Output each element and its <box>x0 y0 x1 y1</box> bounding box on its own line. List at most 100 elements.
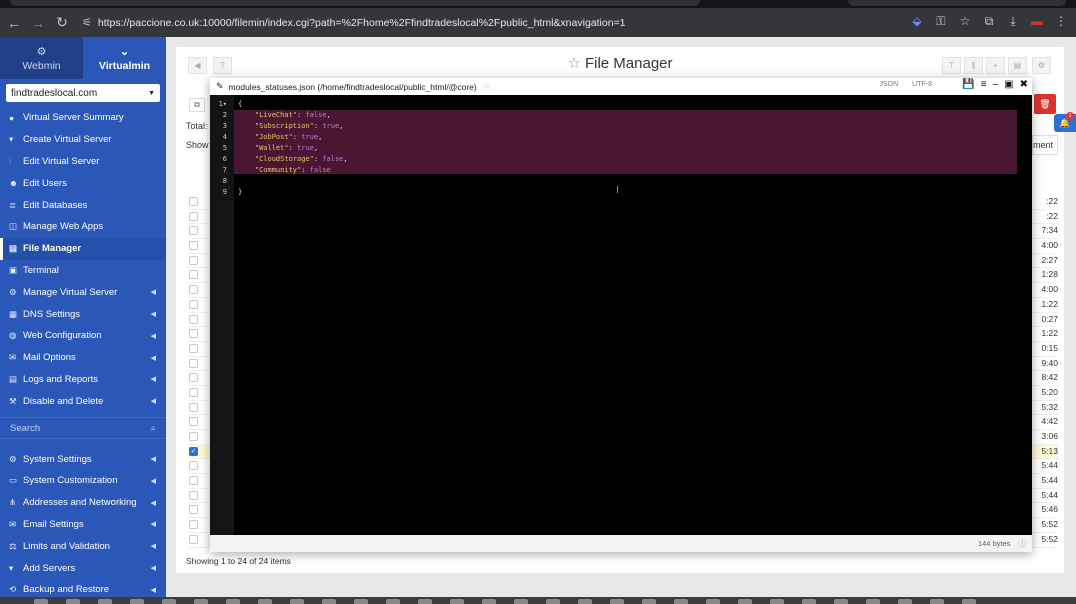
dock-app-icon[interactable] <box>130 599 144 604</box>
row-checkbox[interactable] <box>189 329 198 339</box>
code-line[interactable]: "Subscription": true, <box>238 121 348 132</box>
row-checkbox[interactable] <box>189 461 198 471</box>
save-icon[interactable]: 💾 <box>962 79 974 90</box>
dock-app-icon[interactable] <box>578 599 592 604</box>
dock-app-icon[interactable] <box>770 599 784 604</box>
sidebar-item-edit-users[interactable]: ☻ Edit Users <box>0 172 166 194</box>
menu-icon[interactable]: ≡ <box>981 79 987 90</box>
code-lines[interactable]: { "LiveChat": false, "Subscription": tru… <box>238 99 348 198</box>
notifications-button[interactable]: 🔔 1 <box>1054 112 1076 132</box>
row-checkbox[interactable] <box>189 241 198 251</box>
sidebar-item-email-settings[interactable]: ✉ Email Settings ◀ <box>0 514 166 536</box>
code-line[interactable]: "LiveChat": false, <box>238 110 348 121</box>
row-checkbox[interactable] <box>189 432 198 441</box>
sidebar-item-web-configuration[interactable]: ◍ Web Configuration ◀ <box>0 325 166 347</box>
dock-app-icon[interactable] <box>450 599 464 604</box>
sidebar-item-system-customization[interactable]: ▭ System Customization ◀ <box>0 470 166 492</box>
settings-gear-icon[interactable]: ⚙ <box>1032 57 1051 74</box>
dock-app-icon[interactable] <box>290 599 304 604</box>
dock-app-icon[interactable] <box>674 599 688 604</box>
sidebar-item-limits-and-validation[interactable]: ⚖ Limits and Validation ◀ <box>0 535 166 557</box>
row-checkbox[interactable] <box>189 520 198 530</box>
dock-app-icon[interactable] <box>162 599 176 604</box>
row-checkbox[interactable] <box>189 358 198 368</box>
sidebar-item-logs-and-reports[interactable]: ▤ Logs and Reports ◀ <box>0 369 166 391</box>
info-icon[interactable]: ⓘ <box>1019 538 1027 549</box>
delete-button[interactable]: 🗑 <box>1034 94 1056 114</box>
row-checkbox[interactable] <box>189 417 198 427</box>
dock-app-icon[interactable] <box>930 599 944 604</box>
domain-select[interactable]: findtradeslocal.com ▼ <box>6 84 160 102</box>
dock-app-icon[interactable] <box>386 599 400 604</box>
sidebar-item-mail-options[interactable]: ✉ Mail Options ◀ <box>0 347 166 369</box>
row-checkbox[interactable] <box>189 387 198 397</box>
row-checkbox[interactable] <box>189 373 198 383</box>
row-checkbox[interactable] <box>189 270 198 280</box>
dock-app-icon[interactable] <box>34 599 48 604</box>
editor-encoding[interactable]: UTF-8 <box>912 81 932 88</box>
site-info-icon[interactable]: ⚟ <box>82 16 92 29</box>
filter-icon[interactable]: ⊤ <box>942 57 961 74</box>
dock-app-icon[interactable] <box>194 599 208 604</box>
sidebar-item-add-servers[interactable]: ▾ Add Servers ◀ <box>0 557 166 579</box>
bookmark-star-icon[interactable]: ☆ <box>956 11 974 31</box>
forward-arrow-icon[interactable]: → <box>28 13 48 33</box>
code-line[interactable]: "Community": false <box>238 165 348 176</box>
sidebar-search-input[interactable]: Search <box>10 423 40 434</box>
sidebar-search[interactable]: Search ⌕ <box>0 417 166 440</box>
row-checkbox[interactable] <box>189 490 198 500</box>
dock-app-icon[interactable] <box>610 599 624 604</box>
profile-avatar-icon[interactable]: ▬ <box>1028 11 1046 31</box>
row-checkbox[interactable] <box>189 226 198 236</box>
sidebar-item-terminal[interactable]: ▣ Terminal <box>0 260 166 282</box>
password-key-icon[interactable]: ⚿ <box>932 11 950 31</box>
tab-webmin[interactable]: ⚙ Webmin <box>0 37 83 79</box>
dock-app-icon[interactable] <box>354 599 368 604</box>
editor-mode[interactable]: JSON <box>879 81 898 88</box>
extensions-puzzle-icon[interactable]: ⧉ <box>980 11 998 31</box>
sidebar-item-file-manager[interactable]: ▤ File Manager <box>0 237 166 260</box>
sidebar-item-manage-virtual-server[interactable]: ⚙ Manage Virtual Server ◀ <box>0 281 166 303</box>
sidebar-item-create-virtual-server[interactable]: ▾ Create Virtual Server <box>0 129 166 151</box>
row-checkbox[interactable] <box>189 402 198 412</box>
code-line[interactable]: "CloudStorage": false, <box>238 154 348 165</box>
dock-app-icon[interactable] <box>738 599 752 604</box>
sidebar-item-disable-and-delete[interactable]: ⚒ Disable and Delete ◀ <box>0 390 166 412</box>
new-icon[interactable]: + <box>986 57 1005 74</box>
close-icon[interactable]: ✖ <box>1020 79 1028 90</box>
dock-app-icon[interactable] <box>514 599 528 604</box>
dock-app-icon[interactable] <box>802 599 816 604</box>
code-line[interactable]: "JobPost": true, <box>238 132 348 143</box>
row-checkbox[interactable] <box>189 197 198 206</box>
row-checkbox[interactable] <box>189 476 198 486</box>
favorite-star-icon[interactable]: ☆ <box>568 55 581 72</box>
back-arrow-icon[interactable]: ← <box>4 13 24 33</box>
dock-app-icon[interactable] <box>418 599 432 604</box>
entries-control[interactable]: ment <box>1032 135 1058 155</box>
minimize-icon[interactable]: – <box>993 79 999 90</box>
sidebar-item-edit-databases[interactable]: ≣ Edit Databases <box>0 194 166 216</box>
row-checkbox[interactable]: ✓ <box>189 446 198 456</box>
dock-app-icon[interactable] <box>98 599 112 604</box>
dock-app-icon[interactable] <box>962 599 976 604</box>
dock-app-icon[interactable] <box>66 599 80 604</box>
sidebar-item-addresses-and-networking[interactable]: ⋔ Addresses and Networking ◀ <box>0 492 166 514</box>
dock-app-icon[interactable] <box>898 599 912 604</box>
dock-app-icon[interactable] <box>642 599 656 604</box>
favorite-star-icon[interactable]: ☆ <box>483 81 491 92</box>
row-checkbox[interactable] <box>189 299 198 309</box>
dock-app-icon[interactable] <box>866 599 880 604</box>
reload-icon[interactable]: ↻ <box>52 13 72 33</box>
browser-tab[interactable] <box>848 0 1066 6</box>
row-checkbox[interactable] <box>189 505 198 515</box>
copy-icon[interactable]: ⧉ <box>189 98 205 112</box>
dock-app-icon[interactable] <box>226 599 240 604</box>
address-bar[interactable]: ⚟ https://paccione.co.uk:10000/filemin/i… <box>78 11 890 34</box>
dock-app-icon[interactable] <box>834 599 848 604</box>
code-line[interactable]: "Wallet": true, <box>238 143 348 154</box>
row-checkbox[interactable] <box>189 314 198 324</box>
dock-app-icon[interactable] <box>706 599 720 604</box>
code-editor[interactable]: 1▾ 2 3 4 5 6 7 8 9 { "LiveChat": false, "… <box>210 95 1032 535</box>
sidebar-item-edit-virtual-server[interactable]: ⫶ Edit Virtual Server <box>0 151 166 173</box>
dock-app-icon[interactable] <box>322 599 336 604</box>
